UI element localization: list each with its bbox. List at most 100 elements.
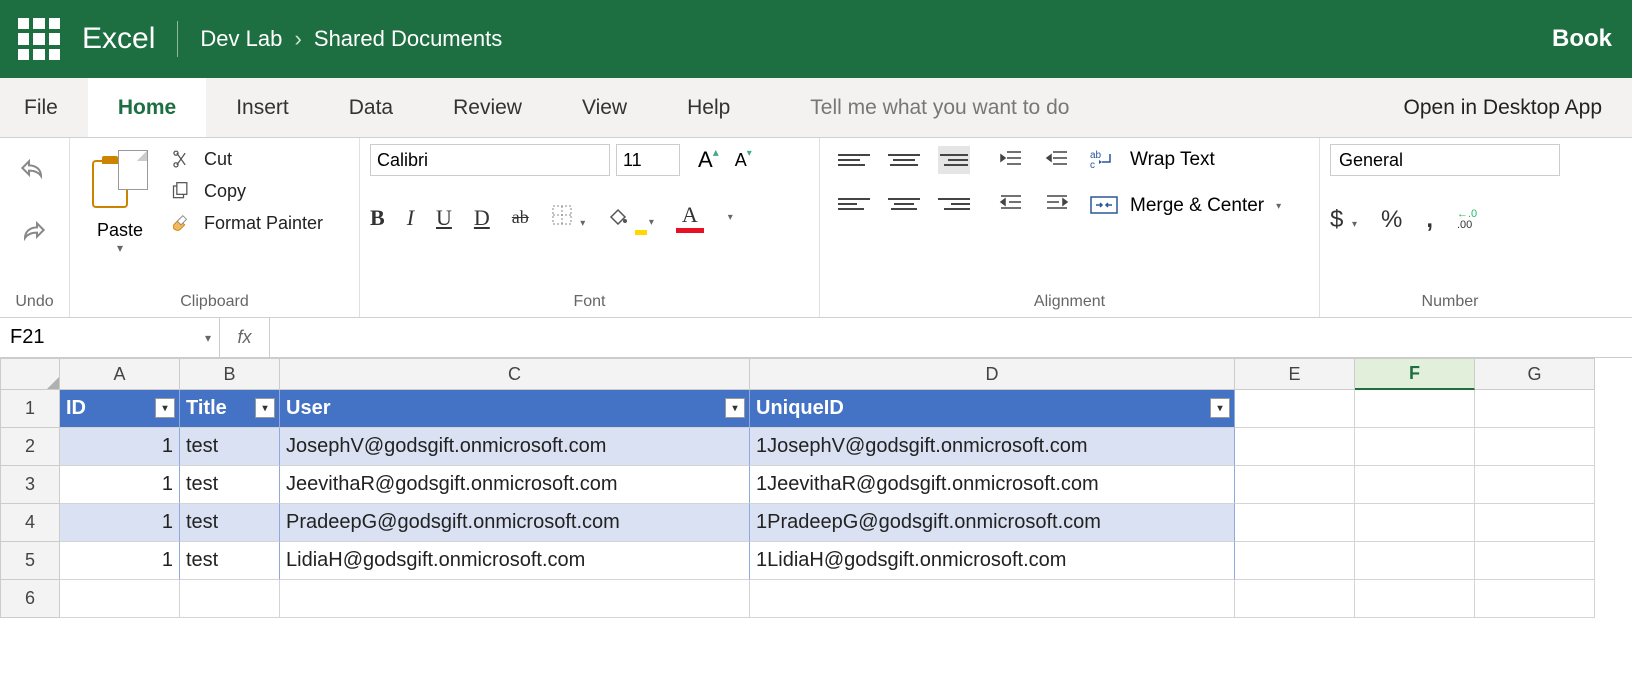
cell-C3[interactable]: JeevithaR@godsgift.onmicrosoft.com	[280, 466, 750, 504]
copy-button[interactable]: Copy	[168, 180, 323, 202]
cell-G4[interactable]	[1475, 504, 1595, 542]
tab-help[interactable]: Help	[657, 78, 760, 137]
borders-button[interactable]: ▾	[551, 204, 586, 232]
tab-file[interactable]: File	[0, 78, 88, 137]
align-top-button[interactable]	[838, 146, 870, 174]
underline-button[interactable]: U	[436, 205, 452, 231]
cell-A1[interactable]: ID▾	[60, 390, 180, 428]
cell-C4[interactable]: PradeepG@godsgift.onmicrosoft.com	[280, 504, 750, 542]
comma-format-button[interactable]: ,	[1426, 206, 1433, 234]
fill-color-button[interactable]: ▾	[607, 205, 654, 231]
paste-button[interactable]: Paste ▾	[80, 144, 160, 255]
cell-G2[interactable]	[1475, 428, 1595, 466]
number-format-select[interactable]	[1330, 144, 1560, 176]
decrease-indent-button[interactable]	[996, 146, 1026, 170]
column-header-C[interactable]: C	[280, 358, 750, 390]
cell-D2[interactable]: 1JosephV@godsgift.onmicrosoft.com	[750, 428, 1235, 466]
cell-F5[interactable]	[1355, 542, 1475, 580]
double-underline-button[interactable]: D	[474, 205, 490, 231]
cell-A4[interactable]: 1	[60, 504, 180, 542]
column-header-E[interactable]: E	[1235, 358, 1355, 390]
breadcrumb-library[interactable]: Shared Documents	[314, 26, 502, 51]
cell-E6[interactable]	[1235, 580, 1355, 618]
cell-C1[interactable]: User▾	[280, 390, 750, 428]
filter-button-B[interactable]: ▾	[255, 398, 275, 418]
column-header-F[interactable]: F	[1355, 358, 1475, 390]
cell-F6[interactable]	[1355, 580, 1475, 618]
cell-D4[interactable]: 1PradeepG@godsgift.onmicrosoft.com	[750, 504, 1235, 542]
align-left-button[interactable]	[838, 190, 870, 218]
chevron-down-icon[interactable]: ▾	[117, 241, 123, 255]
strikethrough-button[interactable]: ab	[512, 207, 529, 228]
merge-center-button[interactable]: Merge & Center ▾	[1090, 194, 1281, 218]
cell-E3[interactable]	[1235, 466, 1355, 504]
accounting-format-button[interactable]: $ ▾	[1330, 206, 1357, 234]
cell-G5[interactable]	[1475, 542, 1595, 580]
row-header-6[interactable]: 6	[0, 580, 60, 618]
redo-button[interactable]	[17, 218, 53, 254]
cell-C2[interactable]: JosephV@godsgift.onmicrosoft.com	[280, 428, 750, 466]
tab-view[interactable]: View	[552, 78, 657, 137]
cell-G6[interactable]	[1475, 580, 1595, 618]
cell-D3[interactable]: 1JeevithaR@godsgift.onmicrosoft.com	[750, 466, 1235, 504]
app-launcher-icon[interactable]	[18, 18, 60, 60]
cell-B6[interactable]	[180, 580, 280, 618]
shrink-font-button[interactable]: A▾	[735, 150, 747, 171]
select-all-corner[interactable]	[0, 358, 60, 390]
increase-decimal-button[interactable]: ←.0.00	[1457, 207, 1487, 234]
chevron-down-icon[interactable]: ▾	[205, 331, 211, 345]
tell-me-search[interactable]: Tell me what you want to do	[760, 78, 1373, 137]
cell-F1[interactable]	[1355, 390, 1475, 428]
row-header-1[interactable]: 1	[0, 390, 60, 428]
cell-A3[interactable]: 1	[60, 466, 180, 504]
row-header-5[interactable]: 5	[0, 542, 60, 580]
column-header-G[interactable]: G	[1475, 358, 1595, 390]
column-header-A[interactable]: A	[60, 358, 180, 390]
breadcrumb-site[interactable]: Dev Lab	[200, 26, 282, 51]
chevron-down-icon[interactable]: ▾	[1276, 201, 1281, 212]
bold-button[interactable]: B	[370, 205, 385, 231]
indent-button[interactable]	[1042, 190, 1072, 214]
align-center-button[interactable]	[888, 190, 920, 218]
tab-home[interactable]: Home	[88, 78, 206, 137]
cell-D6[interactable]	[750, 580, 1235, 618]
cell-E5[interactable]	[1235, 542, 1355, 580]
cell-G3[interactable]	[1475, 466, 1595, 504]
align-right-button[interactable]	[938, 190, 970, 218]
tab-insert[interactable]: Insert	[206, 78, 319, 137]
font-size-select[interactable]	[616, 144, 680, 176]
cell-B5[interactable]: test	[180, 542, 280, 580]
document-name[interactable]: Book	[1552, 25, 1612, 53]
cell-A2[interactable]: 1	[60, 428, 180, 466]
cell-C5[interactable]: LidiaH@godsgift.onmicrosoft.com	[280, 542, 750, 580]
outdent-button[interactable]	[996, 190, 1026, 214]
format-painter-button[interactable]: Format Painter	[168, 212, 323, 234]
cell-D5[interactable]: 1LidiaH@godsgift.onmicrosoft.com	[750, 542, 1235, 580]
column-header-D[interactable]: D	[750, 358, 1235, 390]
cell-G1[interactable]	[1475, 390, 1595, 428]
cell-B4[interactable]: test	[180, 504, 280, 542]
cell-B2[interactable]: test	[180, 428, 280, 466]
font-name-select[interactable]	[370, 144, 610, 176]
fx-icon[interactable]: fx	[220, 318, 270, 357]
cell-D1[interactable]: UniqueID▾	[750, 390, 1235, 428]
cell-E2[interactable]	[1235, 428, 1355, 466]
cell-F2[interactable]	[1355, 428, 1475, 466]
tab-review[interactable]: Review	[423, 78, 552, 137]
italic-button[interactable]: I	[407, 205, 414, 231]
grow-font-button[interactable]: A▴	[698, 147, 713, 173]
open-in-desktop-button[interactable]: Open in Desktop App	[1374, 78, 1632, 137]
align-bottom-button[interactable]	[938, 146, 970, 174]
cell-A5[interactable]: 1	[60, 542, 180, 580]
align-middle-button[interactable]	[888, 146, 920, 174]
undo-button[interactable]	[17, 156, 53, 192]
column-header-B[interactable]: B	[180, 358, 280, 390]
filter-button-D[interactable]: ▾	[1210, 398, 1230, 418]
cell-B1[interactable]: Title▾	[180, 390, 280, 428]
name-box[interactable]: F21 ▾	[0, 318, 220, 357]
filter-button-A[interactable]: ▾	[155, 398, 175, 418]
chevron-down-icon[interactable]: ▾	[728, 212, 733, 223]
row-header-3[interactable]: 3	[0, 466, 60, 504]
font-color-button[interactable]: A	[676, 202, 704, 233]
cell-E4[interactable]	[1235, 504, 1355, 542]
